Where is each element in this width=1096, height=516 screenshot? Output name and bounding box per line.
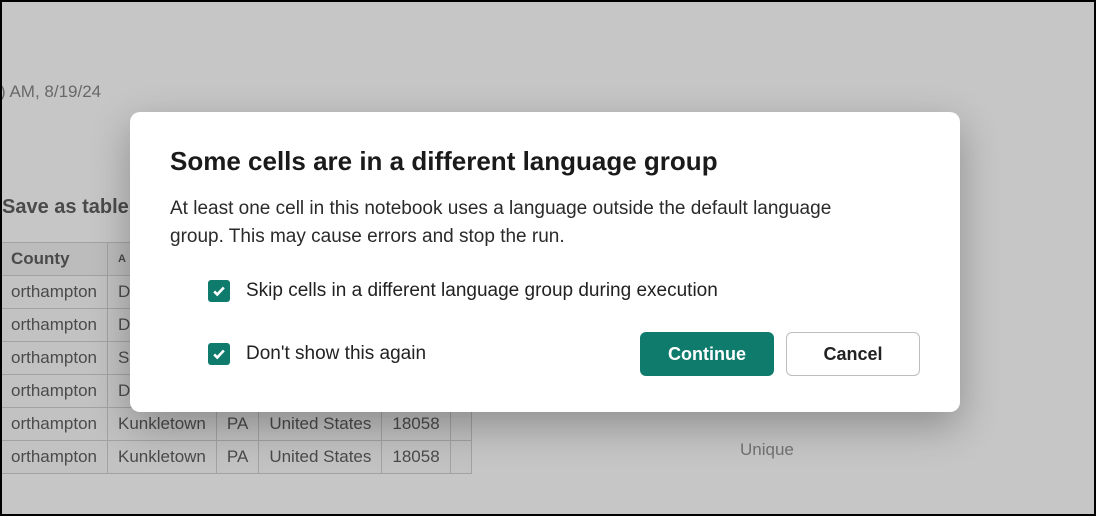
- dialog-footer: Don't show this again Continue Cancel: [208, 332, 920, 376]
- language-group-dialog: Some cells are in a different language g…: [130, 112, 960, 412]
- dont-show-again-checkbox[interactable]: [208, 343, 230, 365]
- checkmark-icon: [212, 284, 226, 298]
- checkmark-icon: [212, 347, 226, 361]
- dont-show-again-label: Don't show this again: [246, 343, 426, 365]
- skip-cells-row: Skip cells in a different language group…: [208, 280, 920, 302]
- skip-cells-checkbox[interactable]: [208, 280, 230, 302]
- dialog-description: At least one cell in this notebook uses …: [170, 195, 890, 250]
- continue-button[interactable]: Continue: [640, 332, 774, 376]
- dialog-title: Some cells are in a different language g…: [170, 146, 920, 177]
- cancel-button[interactable]: Cancel: [786, 332, 920, 376]
- skip-cells-label: Skip cells in a different language group…: [246, 280, 718, 302]
